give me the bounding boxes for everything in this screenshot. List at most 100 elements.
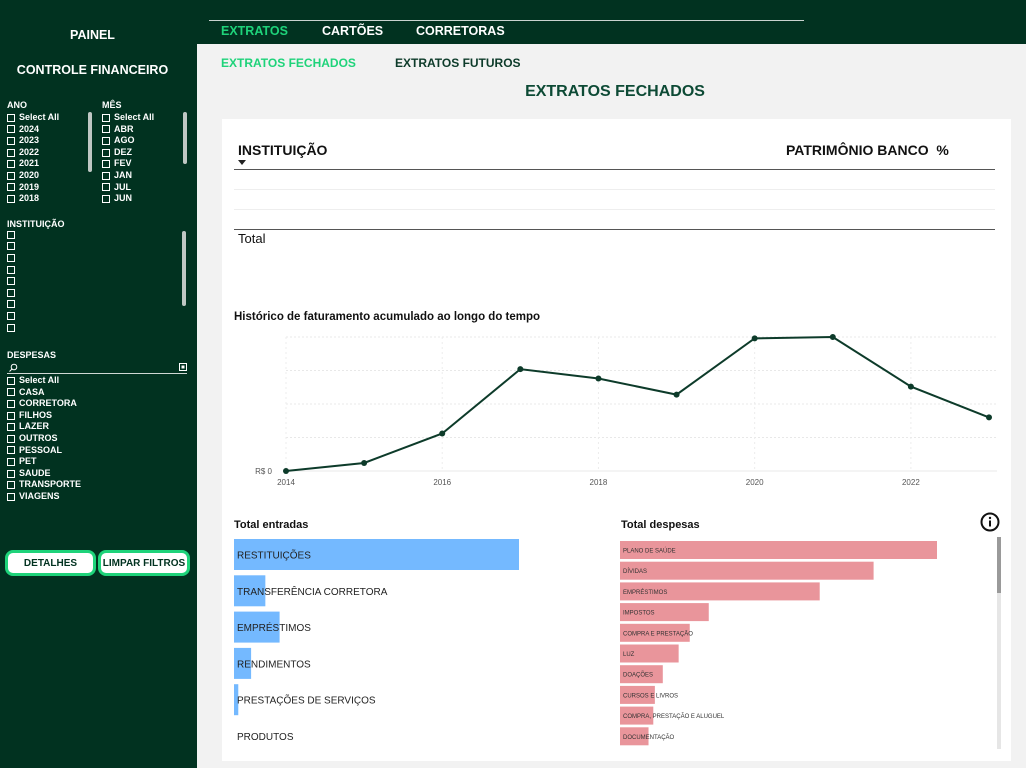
despesas-option[interactable]: LAZER xyxy=(7,421,81,433)
instituicao-option[interactable] xyxy=(7,310,19,322)
checkbox[interactable] xyxy=(7,423,15,432)
instituicao-option[interactable] xyxy=(7,241,19,253)
instituicao-scrollbar[interactable] xyxy=(182,231,186,306)
despesas-option[interactable]: SAUDE xyxy=(7,468,81,480)
ano-option[interactable]: 2020 xyxy=(7,170,59,182)
mes-option[interactable]: JAN xyxy=(102,170,154,182)
checkbox[interactable] xyxy=(7,481,15,490)
checkbox[interactable] xyxy=(102,183,110,192)
ano-option[interactable]: 2022 xyxy=(7,147,59,159)
mes-option[interactable]: Select All xyxy=(102,112,154,124)
checkbox[interactable] xyxy=(102,160,110,169)
tab-corretoras[interactable]: CORRETORAS xyxy=(416,24,505,38)
checkbox[interactable] xyxy=(7,194,15,203)
checkbox[interactable] xyxy=(7,300,15,309)
mes-option[interactable]: JUN xyxy=(102,193,154,205)
despesas-option[interactable]: Select All xyxy=(7,375,81,387)
checkbox[interactable] xyxy=(102,148,110,157)
instituicao-option[interactable] xyxy=(7,322,19,334)
tab-extratos[interactable]: EXTRATOS xyxy=(221,24,288,38)
checkbox[interactable] xyxy=(7,171,15,180)
ano-scrollbar[interactable] xyxy=(88,112,92,172)
checkbox[interactable] xyxy=(7,230,15,239)
ano-option[interactable]: 2021 xyxy=(7,158,59,170)
despesas-option[interactable]: PET xyxy=(7,456,81,468)
data-point[interactable] xyxy=(829,334,836,340)
mes-option[interactable]: DEZ xyxy=(102,147,154,159)
checkbox[interactable] xyxy=(7,376,15,385)
checkbox[interactable] xyxy=(7,457,15,466)
checkbox[interactable] xyxy=(102,125,110,134)
checkbox[interactable] xyxy=(7,136,15,145)
ano-option[interactable]: 2019 xyxy=(7,182,59,194)
checkbox[interactable] xyxy=(7,399,15,408)
subtab-extratos-futuros[interactable]: EXTRATOS FUTUROS xyxy=(395,56,521,70)
checkbox[interactable] xyxy=(102,113,110,122)
checkbox[interactable] xyxy=(7,148,15,157)
checkbox[interactable] xyxy=(7,277,15,286)
despesas-scrollbar-track[interactable] xyxy=(997,537,1001,749)
data-point[interactable] xyxy=(907,383,914,390)
data-point[interactable] xyxy=(361,459,368,466)
mes-option[interactable]: JUL xyxy=(102,182,154,194)
despesa-bar[interactable] xyxy=(620,561,874,580)
mes-scrollbar[interactable] xyxy=(183,112,187,164)
ano-option[interactable]: 2018 xyxy=(7,193,59,205)
instituicao-option[interactable] xyxy=(7,275,19,287)
instituicao-option[interactable] xyxy=(7,299,19,311)
data-point[interactable] xyxy=(283,468,289,474)
checkbox[interactable] xyxy=(7,160,15,169)
instituicao-option[interactable] xyxy=(7,229,19,241)
checkbox[interactable] xyxy=(7,388,15,397)
ano-option[interactable]: 2023 xyxy=(7,135,59,147)
despesas-option[interactable]: VIAGENS xyxy=(7,491,81,503)
data-point[interactable] xyxy=(595,375,602,382)
instituicao-option[interactable] xyxy=(7,287,19,299)
despesas-scrollbar-thumb[interactable] xyxy=(997,537,1001,593)
sort-down-icon[interactable] xyxy=(238,160,246,165)
data-point[interactable] xyxy=(986,414,992,421)
checkbox[interactable] xyxy=(7,434,15,443)
table-header-instituicao[interactable]: INSTITUIÇÃO xyxy=(238,142,327,158)
ano-option[interactable]: Select All xyxy=(7,112,59,124)
limpar-filtros-button[interactable]: LIMPAR FILTROS xyxy=(98,550,190,576)
checkbox[interactable] xyxy=(7,411,15,420)
despesas-search-input[interactable] xyxy=(7,362,187,374)
mes-option[interactable]: AGO xyxy=(102,135,154,147)
checkbox[interactable] xyxy=(7,125,15,134)
checkbox[interactable] xyxy=(7,492,15,501)
checkbox[interactable] xyxy=(7,469,15,478)
checkbox[interactable] xyxy=(7,311,15,320)
data-point[interactable] xyxy=(517,366,524,373)
despesas-option[interactable]: CORRETORA xyxy=(7,398,81,410)
checkbox[interactable] xyxy=(102,194,110,203)
checkbox[interactable] xyxy=(7,242,15,251)
checkbox[interactable] xyxy=(7,113,15,122)
data-point[interactable] xyxy=(673,391,680,398)
despesas-option[interactable]: OUTROS xyxy=(7,433,81,445)
despesas-option[interactable]: CASA xyxy=(7,387,81,399)
checkbox[interactable] xyxy=(7,446,15,455)
checkbox[interactable] xyxy=(7,288,15,297)
checkbox[interactable] xyxy=(102,171,110,180)
info-icon[interactable] xyxy=(980,512,1000,532)
data-point[interactable] xyxy=(751,335,758,342)
mes-option[interactable]: ABR xyxy=(102,124,154,136)
checkbox[interactable] xyxy=(102,136,110,145)
instituicao-option[interactable] xyxy=(7,264,19,276)
checkbox[interactable] xyxy=(7,323,15,332)
instituicao-option[interactable] xyxy=(7,252,19,264)
despesas-option[interactable]: FILHOS xyxy=(7,410,81,422)
detalhes-button[interactable]: DETALHES xyxy=(5,550,96,576)
data-point[interactable] xyxy=(439,430,446,437)
tab-cartoes[interactable]: CARTÕES xyxy=(322,24,383,38)
checkbox[interactable] xyxy=(7,183,15,192)
ano-option[interactable]: 2024 xyxy=(7,124,59,136)
subtab-extratos-fechados[interactable]: EXTRATOS FECHADOS xyxy=(221,56,356,70)
mes-option[interactable]: FEV xyxy=(102,158,154,170)
checkbox[interactable] xyxy=(7,253,15,262)
despesas-option[interactable]: TRANSPORTE xyxy=(7,479,81,491)
despesas-option[interactable]: PESSOAL xyxy=(7,445,81,457)
checkbox[interactable] xyxy=(7,265,15,274)
expand-icon[interactable] xyxy=(179,363,187,371)
